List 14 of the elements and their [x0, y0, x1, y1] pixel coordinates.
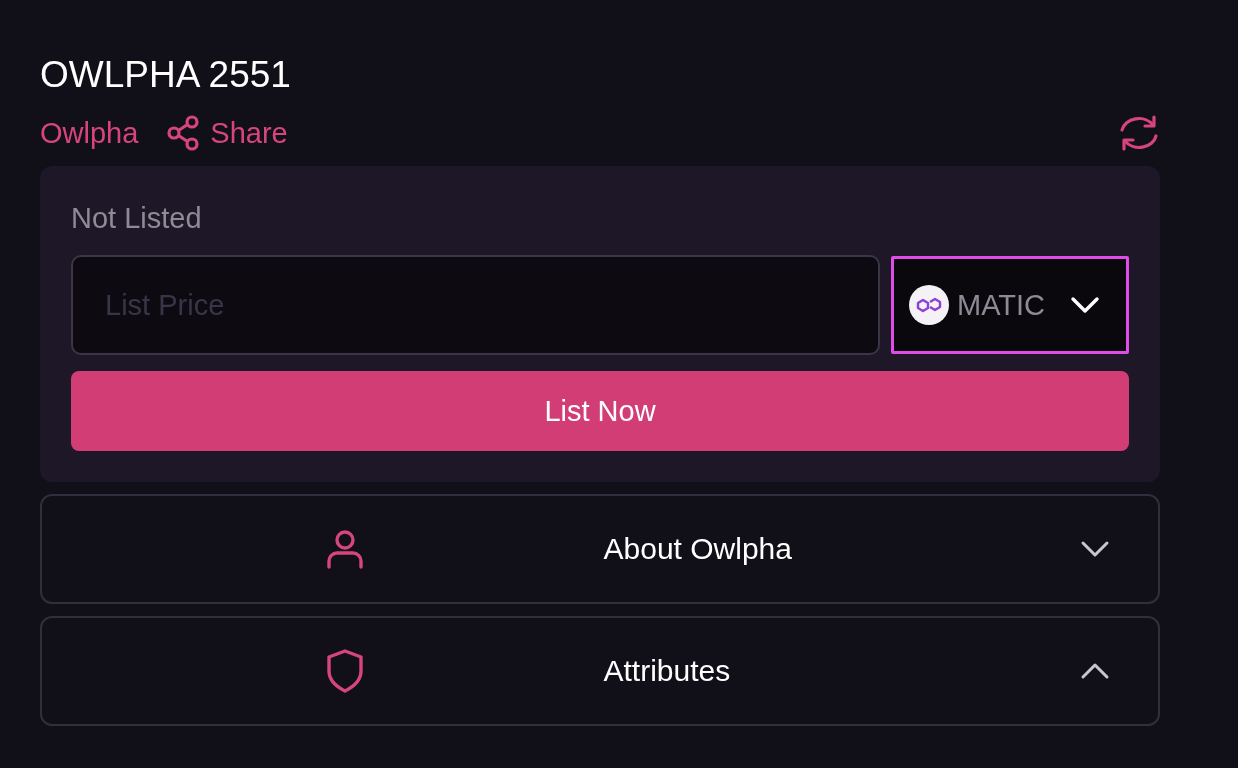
shield-icon: [326, 648, 365, 694]
collection-link[interactable]: Owlpha: [40, 116, 139, 150]
person-icon: [326, 529, 365, 569]
nft-title: OWLPHA 2551: [40, 53, 292, 93]
coin-icon: [909, 285, 949, 325]
currency-dropdown[interactable]: MATIC: [891, 256, 1129, 354]
listing-status: Not Listed: [71, 204, 203, 233]
list-now-button[interactable]: List Now: [71, 371, 1129, 451]
accordion-header[interactable]: Attributes: [40, 616, 1160, 726]
share-icon: [166, 115, 201, 151]
accordion-header[interactable]: About Owlpha: [40, 494, 1160, 604]
chevron-down-icon: [1070, 296, 1100, 314]
refresh-icon[interactable]: [1118, 114, 1160, 152]
share-link[interactable]: Share: [166, 115, 288, 151]
